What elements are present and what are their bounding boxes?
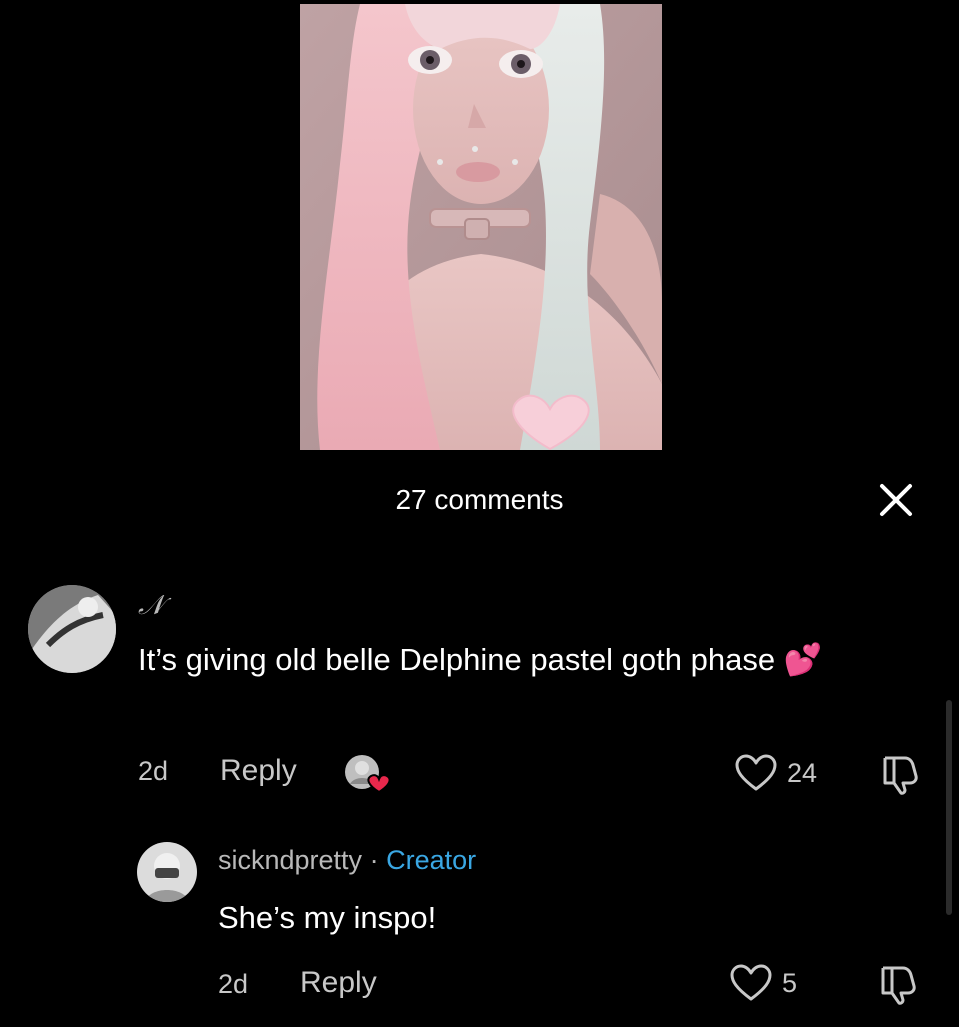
- comment-text: It’s giving old belle Delphine pastel go…: [138, 642, 823, 677]
- like-button[interactable]: 5: [730, 961, 797, 1005]
- creator-badge: Creator: [386, 845, 477, 875]
- thumbs-down-icon: [881, 966, 916, 1005]
- reply-button[interactable]: Reply: [220, 754, 297, 788]
- heart-outline-icon: [735, 754, 777, 791]
- comments-header: 27 comments: [0, 478, 959, 522]
- reply-username-line: sickndpretty · Creator: [218, 845, 476, 876]
- avatar[interactable]: [28, 585, 116, 673]
- reply-button[interactable]: Reply: [300, 966, 377, 1000]
- reply-username[interactable]: sickndpretty: [218, 845, 362, 875]
- thumbs-down-icon: [883, 756, 918, 795]
- creator-heart-badge-icon: [345, 755, 391, 794]
- heart-outline-icon: [730, 964, 772, 1001]
- comment-username[interactable]: 𝒩: [138, 590, 164, 622]
- avatar-image: [137, 842, 197, 902]
- avatar[interactable]: [137, 842, 197, 902]
- comment-timestamp: 2d: [138, 756, 169, 786]
- comments-count: 27 comments: [395, 484, 564, 515]
- dislike-button[interactable]: [877, 962, 921, 1006]
- video-thumbnail[interactable]: [300, 4, 662, 450]
- close-button[interactable]: [876, 480, 916, 520]
- like-count: 5: [782, 967, 798, 998]
- dislike-button[interactable]: [879, 752, 923, 796]
- like-count: 24: [787, 757, 818, 788]
- avatar-image: [28, 585, 116, 673]
- reply-text: She’s my inspo!: [218, 900, 437, 935]
- like-button[interactable]: 24: [735, 751, 817, 795]
- creator-liked-badge: [344, 754, 392, 796]
- close-icon: [880, 484, 912, 516]
- scrollbar[interactable]: [946, 700, 952, 915]
- username-separator: ·: [369, 845, 379, 875]
- video-thumbnail-image: [300, 4, 662, 450]
- reply-timestamp: 2d: [218, 969, 249, 999]
